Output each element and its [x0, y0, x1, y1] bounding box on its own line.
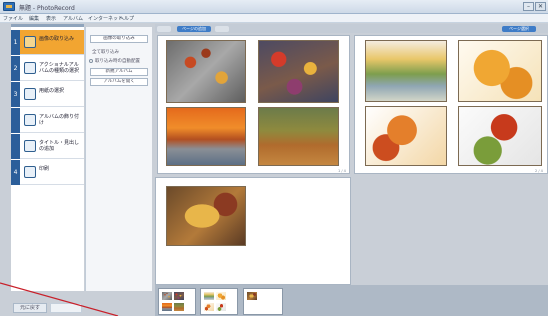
- photo[interactable]: [166, 186, 246, 246]
- title-bar: 無題 - PhotoRecord – ✕: [0, 0, 548, 14]
- decorate-icon: [24, 114, 36, 126]
- step-album-type[interactable]: 2 アクショナルアルバムの種類の選択: [11, 56, 84, 81]
- menu-edit[interactable]: 編集: [29, 15, 39, 22]
- title-icon: [24, 140, 36, 152]
- menu-help[interactable]: ヘルプ: [119, 15, 134, 22]
- add-page-button[interactable]: ページの追加: [177, 26, 211, 32]
- minimize-button[interactable]: –: [523, 2, 534, 11]
- auto-layout-option[interactable]: 取り込み時の自動配置: [89, 58, 140, 64]
- paper-icon: [24, 88, 36, 100]
- options-panel: 画像の取り込み 全て取り込み 取り込み時の自動配置 新規アルバム アルバムを開く: [85, 27, 152, 291]
- page-number: 1 / 4: [338, 169, 346, 173]
- photo[interactable]: [458, 106, 542, 166]
- step-import[interactable]: 1 画像の取り込み: [11, 30, 84, 55]
- secondary-button[interactable]: [50, 303, 82, 313]
- page-number: 2 / 4: [535, 169, 543, 173]
- import-all-label: 全て取り込み: [92, 50, 119, 55]
- menu-view[interactable]: 表示: [46, 15, 56, 22]
- step-label: 用紙の選択: [39, 88, 65, 94]
- step-paper[interactable]: 3 用紙の選択: [11, 82, 84, 107]
- photo[interactable]: [458, 40, 542, 102]
- print-icon: [24, 166, 36, 178]
- album-type-icon: [24, 62, 36, 74]
- page-thumbnail[interactable]: [200, 288, 238, 315]
- window-title: 無題 - PhotoRecord: [19, 5, 75, 12]
- step-label: 画像の取り込み: [39, 36, 75, 42]
- page-toolbar: ページの追加 ページ選択: [155, 24, 548, 33]
- step-number: 1: [11, 30, 20, 55]
- step-print[interactable]: 4 印刷: [11, 160, 84, 185]
- photo[interactable]: [258, 40, 339, 103]
- new-album-button[interactable]: 新規アルバム: [90, 68, 148, 76]
- step-number: 4: [11, 160, 20, 185]
- step-label: 印刷: [39, 166, 50, 172]
- photo[interactable]: [258, 107, 339, 166]
- app-icon: [3, 2, 15, 11]
- step-title[interactable]: タイトル・見出しの追加: [11, 134, 84, 159]
- close-button[interactable]: ✕: [535, 2, 546, 11]
- menu-file[interactable]: ファイル: [3, 15, 23, 22]
- step-label: タイトル・見出しの追加: [39, 140, 80, 152]
- import-icon: [24, 36, 36, 48]
- photo[interactable]: [166, 40, 246, 103]
- album-page-2[interactable]: 2 / 4: [354, 35, 548, 174]
- menu-album[interactable]: アルバム: [63, 15, 83, 22]
- step-label: アルバムの飾り付け: [39, 114, 79, 126]
- radio-icon: [89, 58, 93, 63]
- step-decorate[interactable]: アルバムの飾り付け: [11, 108, 84, 133]
- photo[interactable]: [365, 106, 447, 166]
- step-number: [11, 108, 20, 133]
- album-page-1[interactable]: 1 / 4: [157, 35, 350, 174]
- import-images-button[interactable]: 画像の取り込み: [90, 35, 148, 43]
- album-page-3[interactable]: [155, 177, 351, 285]
- menu-bar: ファイル 編集 表示 アルバム インターネット ヘルプ: [0, 14, 548, 23]
- photo[interactable]: [365, 40, 447, 102]
- prev-page-button[interactable]: [157, 26, 171, 32]
- page-select-button[interactable]: ページ選択: [502, 26, 536, 32]
- page-thumbnail[interactable]: [158, 288, 196, 315]
- step-label: アクショナルアルバムの種類の選択: [39, 62, 80, 74]
- page-thumbnail[interactable]: [243, 288, 283, 315]
- auto-layout-label: 取り込み時の自動配置: [95, 59, 140, 64]
- menu-internet[interactable]: インターネット: [88, 15, 123, 22]
- step-number: [11, 134, 20, 159]
- step-number: 3: [11, 82, 20, 107]
- undo-button[interactable]: 元に戻す: [13, 303, 47, 313]
- import-all-option[interactable]: 全て取り込み: [92, 49, 119, 55]
- next-page-button[interactable]: [215, 26, 229, 32]
- step-number: 2: [11, 56, 20, 81]
- photo[interactable]: [166, 107, 246, 166]
- open-album-button[interactable]: アルバムを開く: [90, 78, 148, 86]
